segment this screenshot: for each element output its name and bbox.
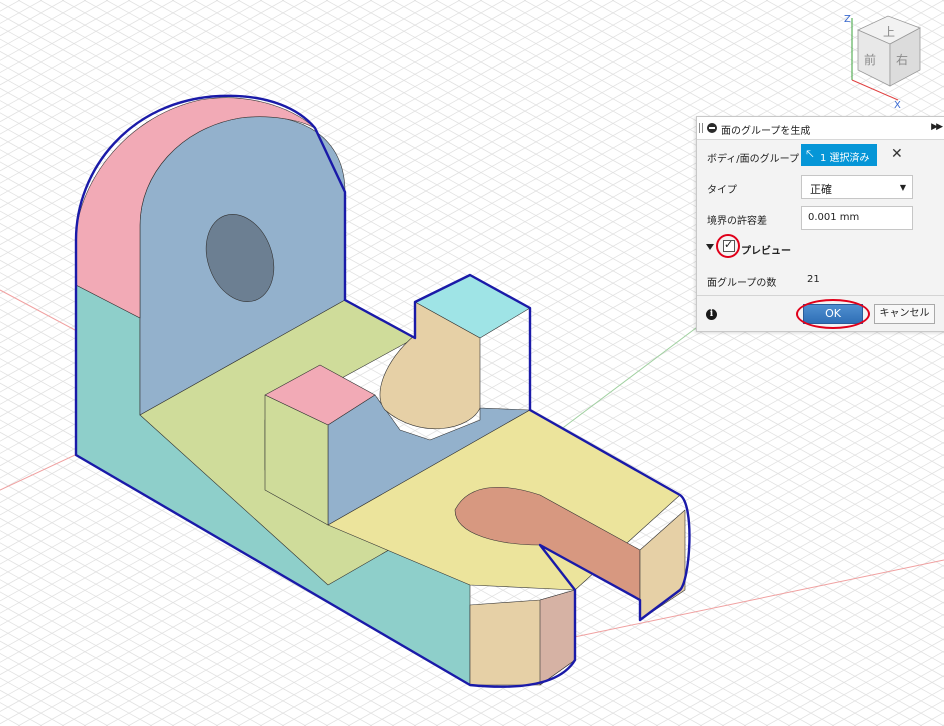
expand-triangle-icon[interactable] xyxy=(706,244,714,250)
cursor-arrow-icon: 🡔 xyxy=(806,147,814,161)
highlight-circle-preview xyxy=(716,234,740,258)
body-group-label: ボディ/面のグループ xyxy=(707,154,800,165)
face-group-count-value: 21 xyxy=(807,274,820,285)
type-label: タイプ xyxy=(707,185,737,196)
dialog-footer: i OK キャンセル xyxy=(697,295,944,332)
clear-selection-icon[interactable]: ✕ xyxy=(891,147,903,161)
dialog-title: 面のグループを生成 xyxy=(721,126,811,137)
svg-text:右: 右 xyxy=(896,52,908,67)
svg-text:前: 前 xyxy=(864,52,876,67)
dialog-header[interactable]: 面のグループを生成 ▶▶ xyxy=(697,117,944,140)
selection-button[interactable]: 🡔 1 選択済み xyxy=(801,144,877,166)
face-group-count-label: 面グループの数 xyxy=(707,278,777,289)
info-icon[interactable]: i xyxy=(706,309,717,320)
drag-handle-icon[interactable] xyxy=(699,123,703,133)
collapse-icon[interactable] xyxy=(707,123,717,133)
dropdown-caret-icon: ▼ xyxy=(899,183,906,192)
expand-arrows-icon[interactable]: ▶▶ xyxy=(931,122,943,132)
boundary-tolerance-input[interactable]: 0.001 mm xyxy=(801,206,913,230)
view-cube[interactable]: Z X 上 前 右 xyxy=(828,8,944,113)
svg-text:上: 上 xyxy=(883,25,895,39)
cancel-button[interactable]: キャンセル xyxy=(874,304,935,324)
highlight-circle-ok xyxy=(796,299,870,329)
type-dropdown[interactable]: 正確 ▼ xyxy=(801,175,913,199)
generate-face-groups-dialog: 面のグループを生成 ▶▶ ボディ/面のグループ 🡔 1 選択済み ✕ タイプ 正… xyxy=(696,116,944,332)
boundary-tolerance-label: 境界の許容差 xyxy=(707,216,767,227)
3d-viewport[interactable] xyxy=(0,0,944,726)
axis-x-label: X xyxy=(894,100,901,111)
axis-z-label: Z xyxy=(844,14,851,25)
preview-label: プレビュー xyxy=(741,246,791,257)
